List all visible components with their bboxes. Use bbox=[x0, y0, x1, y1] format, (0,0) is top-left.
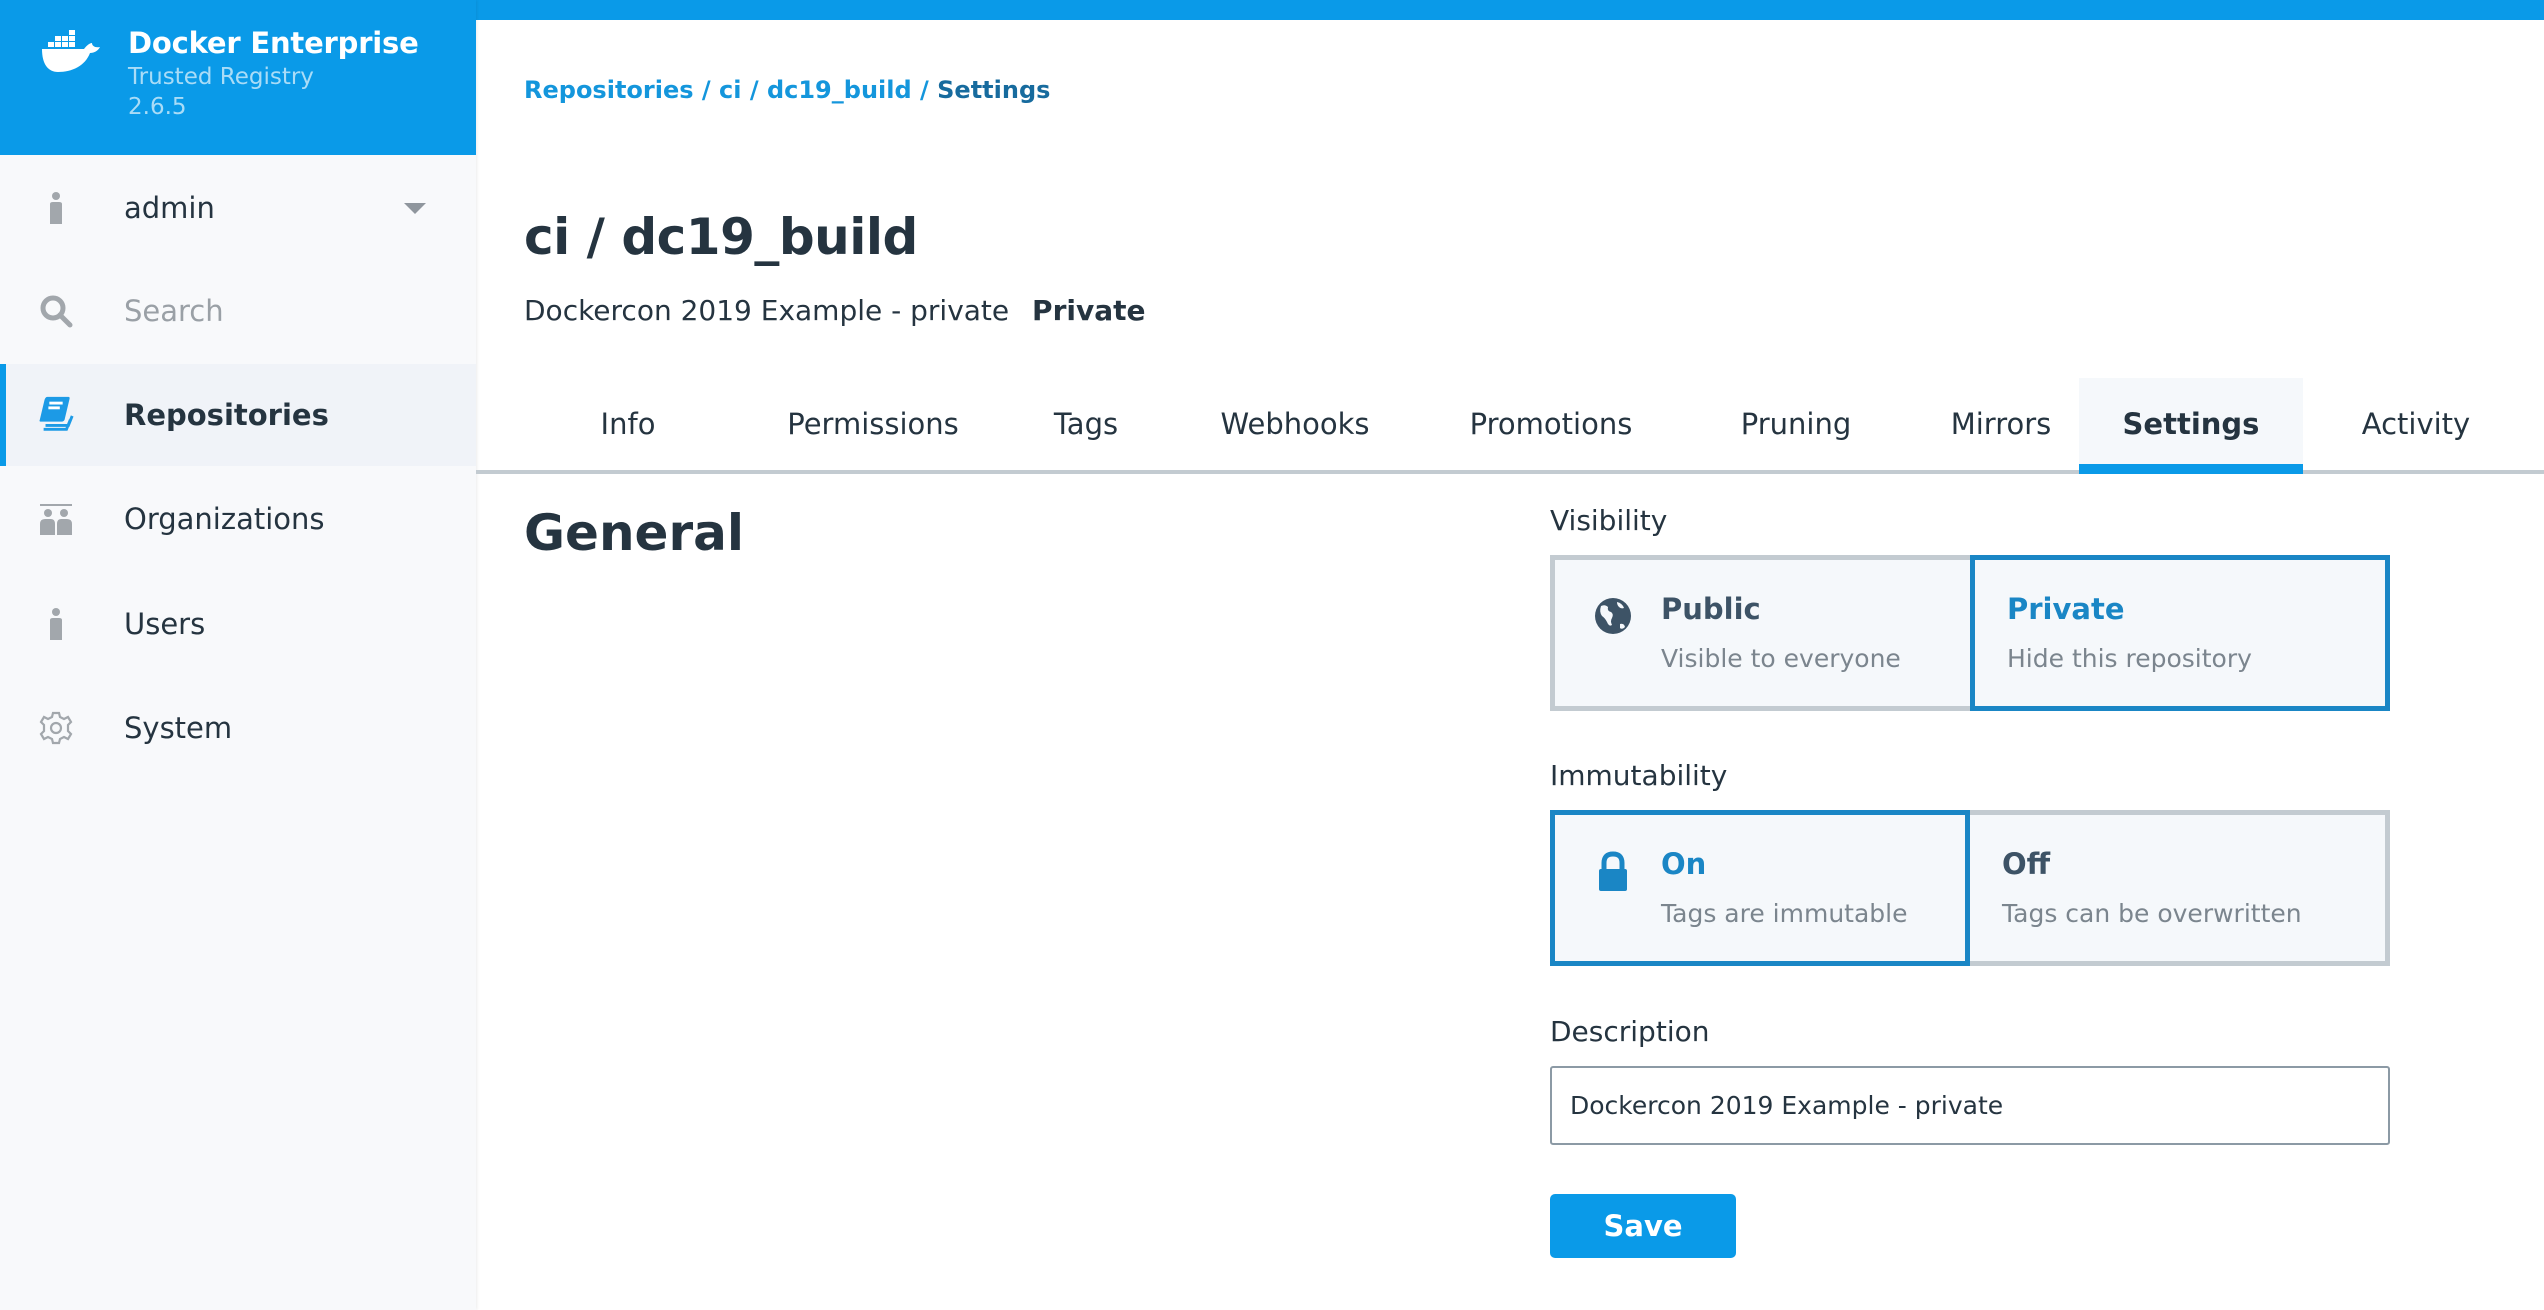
brand-version: 2.6.5 bbox=[128, 94, 187, 120]
sidebar-item-users[interactable]: Users bbox=[0, 573, 476, 675]
tab-settings[interactable]: Settings bbox=[2079, 378, 2303, 474]
globe-icon bbox=[1595, 598, 1631, 634]
user-icon bbox=[36, 188, 76, 228]
option-description: Tags can be overwritten bbox=[2002, 899, 2302, 928]
option-title: Off bbox=[2002, 847, 2051, 881]
visibility-label: Visibility bbox=[1550, 504, 1668, 537]
user-icon bbox=[36, 604, 76, 644]
immutability-label: Immutability bbox=[1550, 759, 1728, 792]
immutability-selector: On Tags are immutable Off Tags can be ov… bbox=[1550, 810, 2390, 966]
tab-bar: Info Permissions Tags Webhooks Promotion… bbox=[476, 378, 2544, 474]
breadcrumb: Repositories / ci / dc19_build / Setting… bbox=[524, 76, 1050, 104]
breadcrumb-separator: / bbox=[701, 76, 711, 104]
tab-activity[interactable]: Activity bbox=[2316, 378, 2516, 470]
active-indicator bbox=[0, 364, 6, 466]
save-button[interactable]: Save bbox=[1550, 1194, 1736, 1258]
brand-header[interactable]: Docker Enterprise Trusted Registry 2.6.5 bbox=[0, 0, 476, 155]
option-title: On bbox=[1661, 847, 1707, 881]
option-title: Public bbox=[1661, 592, 1761, 626]
user-name: admin bbox=[124, 191, 215, 225]
repo-subtitle: Dockercon 2019 Example - private Private bbox=[524, 294, 1146, 327]
breadcrumb-link-namespace[interactable]: ci bbox=[719, 76, 741, 104]
option-description: Tags are immutable bbox=[1661, 899, 1908, 928]
sidebar-item-label: Users bbox=[124, 607, 206, 641]
visibility-option-public[interactable]: Public Visible to everyone bbox=[1550, 555, 1976, 711]
sidebar-item-label: Organizations bbox=[124, 502, 325, 536]
gear-icon bbox=[36, 708, 76, 748]
visibility-badge: Private bbox=[1032, 294, 1146, 327]
option-description: Visible to everyone bbox=[1661, 644, 1901, 673]
repositories-icon bbox=[36, 395, 76, 435]
sidebar-item-organizations[interactable]: Organizations bbox=[0, 468, 476, 570]
tab-pruning[interactable]: Pruning bbox=[1696, 378, 1896, 470]
visibility-selector: Public Visible to everyone Private Hide … bbox=[1550, 555, 2390, 711]
search-input[interactable]: Search bbox=[124, 294, 224, 328]
description-label: Description bbox=[1550, 1015, 1710, 1048]
sidebar-search[interactable]: Search bbox=[0, 260, 476, 362]
tab-webhooks[interactable]: Webhooks bbox=[1180, 378, 1410, 470]
organizations-icon bbox=[36, 499, 76, 539]
sidebar-item-label: Repositories bbox=[124, 398, 329, 432]
tab-tags[interactable]: Tags bbox=[1016, 378, 1156, 470]
repo-description: Dockercon 2019 Example - private bbox=[524, 294, 1010, 327]
tab-info[interactable]: Info bbox=[568, 378, 688, 470]
brand-subtitle: Trusted Registry bbox=[128, 64, 314, 90]
caret-down-icon[interactable] bbox=[404, 202, 426, 214]
section-heading: General bbox=[524, 504, 744, 562]
user-menu[interactable]: admin bbox=[0, 157, 476, 259]
breadcrumb-current: Settings bbox=[937, 76, 1051, 104]
tab-promotions[interactable]: Promotions bbox=[1426, 378, 1676, 470]
sidebar-item-label: System bbox=[124, 711, 233, 745]
search-icon bbox=[36, 291, 76, 331]
tab-mirrors[interactable]: Mirrors bbox=[1906, 378, 2096, 470]
option-description: Hide this repository bbox=[2007, 644, 2252, 673]
main-content: Repositories / ci / dc19_build / Setting… bbox=[476, 20, 2544, 1310]
visibility-option-private[interactable]: Private Hide this repository bbox=[1970, 555, 2390, 711]
sidebar-item-system[interactable]: System bbox=[0, 677, 476, 779]
breadcrumb-link-repositories[interactable]: Repositories bbox=[524, 76, 694, 104]
brand-title: Docker Enterprise bbox=[128, 26, 419, 60]
immutability-option-on[interactable]: On Tags are immutable bbox=[1550, 810, 1970, 966]
docker-whale-icon bbox=[42, 30, 100, 72]
description-input[interactable] bbox=[1550, 1066, 2390, 1145]
breadcrumb-separator: / bbox=[920, 76, 929, 104]
sidebar-item-repositories[interactable]: Repositories bbox=[0, 364, 476, 466]
lock-icon bbox=[1599, 851, 1627, 891]
immutability-option-off[interactable]: Off Tags can be overwritten bbox=[1965, 810, 2390, 966]
page-title: ci / dc19_build bbox=[524, 208, 918, 266]
tab-permissions[interactable]: Permissions bbox=[748, 378, 998, 470]
sidebar: Docker Enterprise Trusted Registry 2.6.5… bbox=[0, 0, 476, 1310]
breadcrumb-separator: / bbox=[749, 76, 759, 104]
option-title: Private bbox=[2007, 592, 2125, 626]
breadcrumb-link-repository[interactable]: dc19_build bbox=[767, 76, 912, 104]
